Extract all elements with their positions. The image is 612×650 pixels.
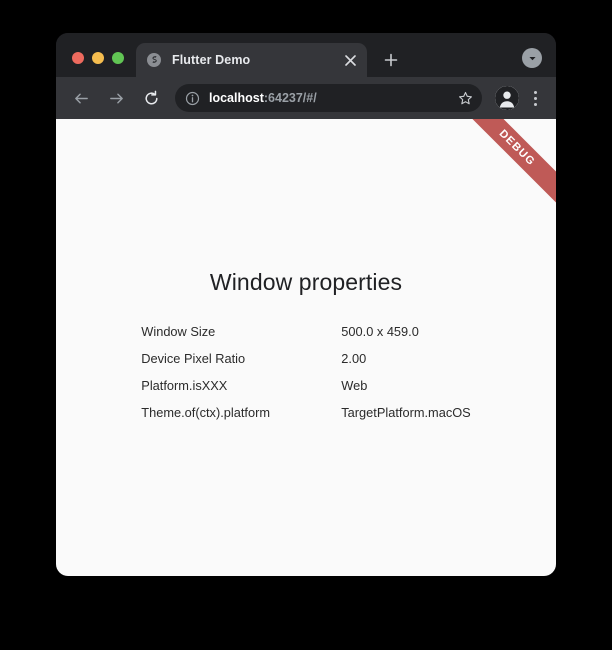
three-dots-icon <box>533 102 537 106</box>
property-value: TargetPlatform.macOS <box>341 405 471 420</box>
arrow-right-icon <box>109 93 123 103</box>
property-label: Platform.isXXX <box>141 378 228 393</box>
url-path: :64237/#/ <box>263 91 317 105</box>
tab-strip: Flutter Demo <box>56 33 556 77</box>
reload-button[interactable] <box>138 85 164 111</box>
page-viewport: DEBUG Window properties Window Size 500.… <box>56 119 556 576</box>
window-maximize-button[interactable] <box>112 52 124 64</box>
chevron-down-icon <box>528 56 536 60</box>
browser-tab-flutter-demo[interactable]: Flutter Demo <box>136 43 367 77</box>
tab-list-button[interactable] <box>522 48 542 68</box>
forward-button[interactable] <box>103 85 129 111</box>
three-dots-icon <box>533 96 537 100</box>
window-minimize-button[interactable] <box>92 52 104 64</box>
profile-button[interactable] <box>495 86 519 110</box>
person-icon <box>495 86 519 110</box>
table-row: Platform.isXXX Web <box>141 372 470 399</box>
url-text: localhost:64237/#/ <box>209 91 450 105</box>
new-tab-button[interactable] <box>377 46 405 74</box>
property-value: 2.00 <box>341 351 367 366</box>
window-close-button[interactable] <box>72 52 84 64</box>
plus-icon <box>384 53 398 67</box>
property-value: Web <box>341 378 368 393</box>
page-title: Window properties <box>209 269 403 295</box>
property-label: Window Size <box>141 324 216 339</box>
tab-close-button[interactable] <box>341 51 359 69</box>
globe-icon <box>147 53 161 67</box>
browser-menu-button[interactable] <box>524 87 546 109</box>
table-row: Window Size 500.0 x 459.0 <box>141 318 470 345</box>
property-label: Device Pixel Ratio <box>141 351 246 366</box>
window-traffic-lights <box>56 52 136 77</box>
back-button[interactable] <box>68 85 94 111</box>
info-circle-icon[interactable] <box>185 91 200 106</box>
tab-title: Flutter Demo <box>172 53 251 67</box>
property-value: 500.0 x 459.0 <box>341 324 419 339</box>
window-properties-body: Window Size 500.0 x 459.0 Device Pixel R… <box>141 318 470 426</box>
window-properties-table: Window Size 500.0 x 459.0 Device Pixel R… <box>141 318 470 426</box>
address-bar[interactable]: localhost:64237/#/ <box>175 84 482 112</box>
arrow-left-icon <box>74 93 88 103</box>
table-row: Theme.of(ctx).platform TargetPlatform.ma… <box>141 399 470 426</box>
property-label: Theme.of(ctx).platform <box>141 405 270 420</box>
browser-window: Flutter Demo localhost:64237/#/ DEBUG Wi… <box>56 33 556 576</box>
bookmark-button[interactable] <box>454 87 476 109</box>
star-icon <box>458 91 472 104</box>
browser-toolbar: localhost:64237/#/ <box>56 77 556 119</box>
close-icon <box>344 54 356 66</box>
url-host: localhost <box>209 91 264 105</box>
three-dots-icon <box>533 90 537 94</box>
reload-icon <box>144 90 158 104</box>
page-content: Window properties Window Size 500.0 x 45… <box>56 119 556 576</box>
table-row: Device Pixel Ratio 2.00 <box>141 345 470 372</box>
